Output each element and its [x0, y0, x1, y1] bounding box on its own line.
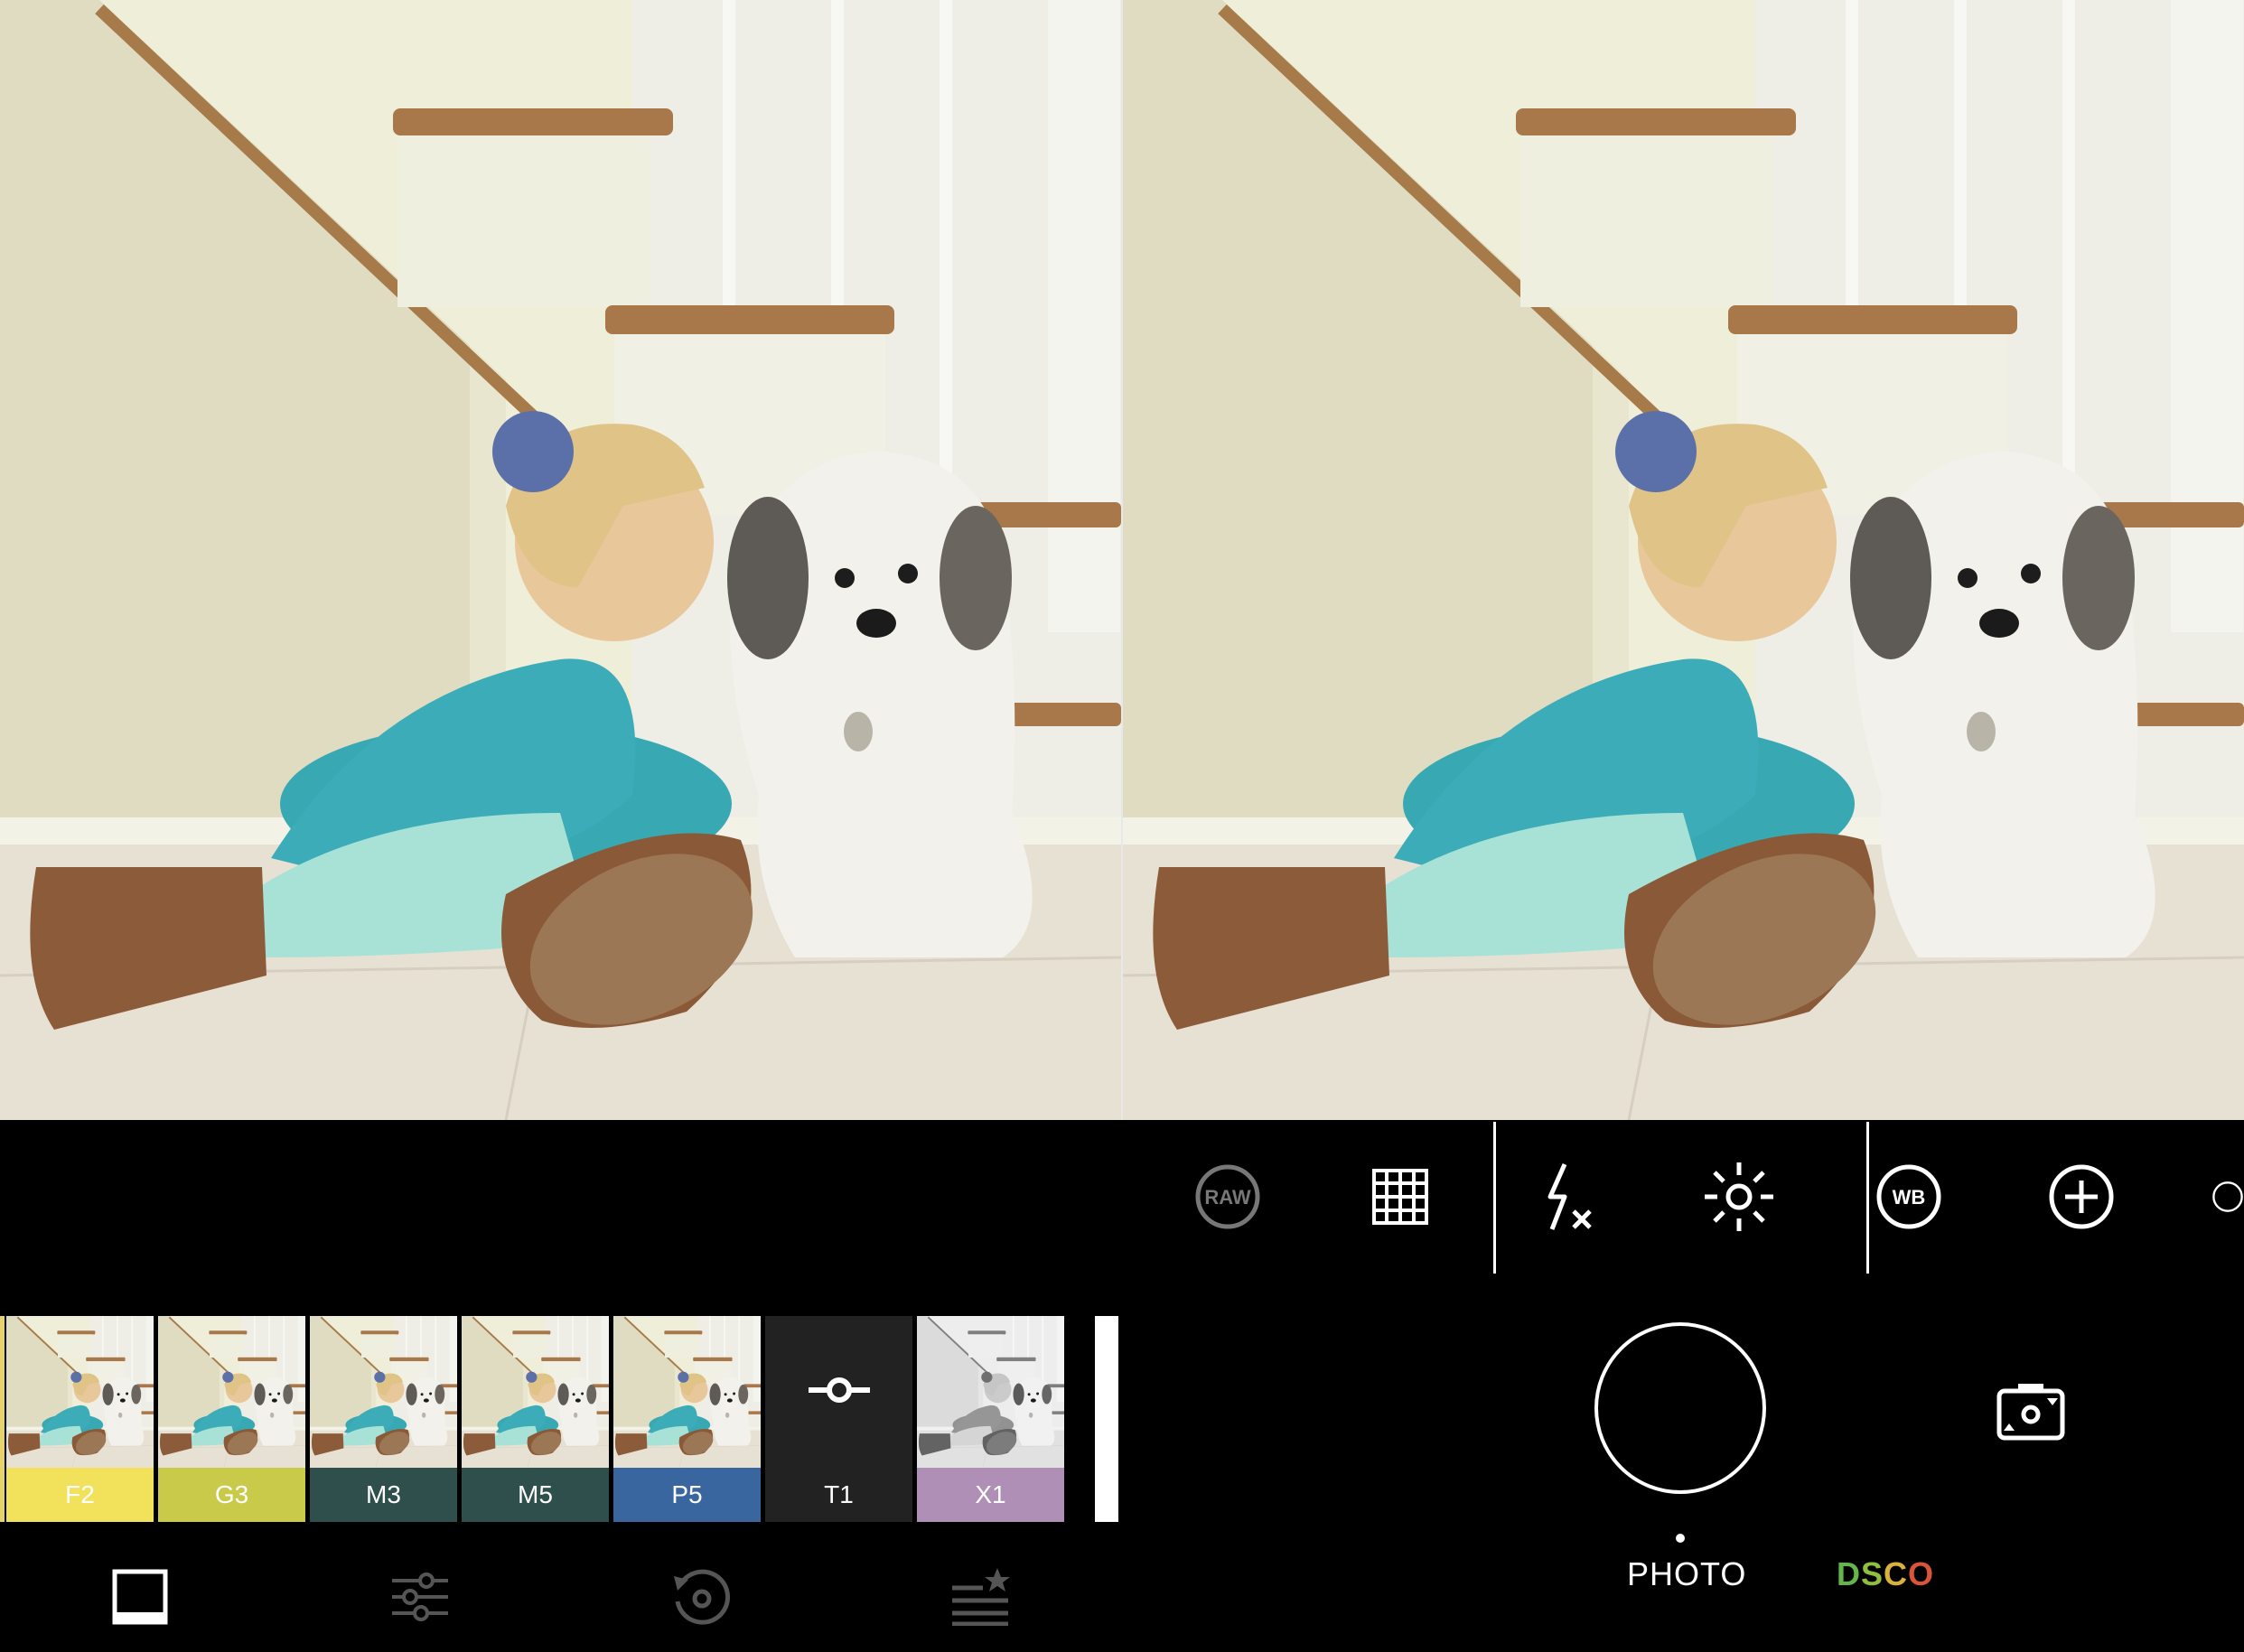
- previous-filter-edge[interactable]: [0, 1316, 5, 1522]
- history-icon: [674, 1569, 731, 1625]
- filter-label: M3: [310, 1468, 457, 1522]
- adjust-tab[interactable]: [384, 1561, 456, 1633]
- circle-icon: [2212, 1181, 2243, 1212]
- grid-toggle[interactable]: [1360, 1156, 1441, 1237]
- history-tab[interactable]: [664, 1561, 736, 1633]
- filter-thumbnail: [462, 1316, 609, 1468]
- filter-thumbnail: [158, 1316, 305, 1468]
- raw-icon: RAW: [1195, 1164, 1260, 1229]
- filter-label: M5: [462, 1468, 609, 1522]
- flash-toggle[interactable]: [1529, 1156, 1610, 1237]
- slider-tool-icon: [765, 1316, 912, 1468]
- mode-indicator-dot: [1676, 1534, 1685, 1543]
- star-list-icon: [952, 1568, 1010, 1626]
- filter-thumbnail: [613, 1316, 761, 1468]
- camera-panel: RAW WB PHOTO DSCO: [1123, 0, 2244, 1652]
- filter-label: T1: [765, 1468, 912, 1522]
- sliders-icon: [392, 1573, 448, 1621]
- filter-tile-g3[interactable]: G3: [158, 1316, 305, 1522]
- favorites-tab[interactable]: [944, 1561, 1016, 1633]
- filter-strip[interactable]: F2 G3 M3 M5 P5 T1 X1: [0, 1316, 1121, 1522]
- flip-camera-icon: [1996, 1384, 2065, 1441]
- more-controls-partial[interactable]: [2211, 1156, 2244, 1237]
- plus-circle-icon: [2049, 1164, 2114, 1229]
- filter-tile-x1[interactable]: X1: [917, 1316, 1064, 1522]
- dsco-letter: D: [1837, 1555, 1861, 1592]
- square-frame-icon: [112, 1569, 168, 1625]
- grid-icon: [1372, 1169, 1428, 1225]
- dsco-letter: C: [1884, 1555, 1909, 1592]
- sun-icon: [1705, 1162, 1773, 1231]
- filter-thumbnail: [6, 1316, 154, 1468]
- filter-thumbnail: [310, 1316, 457, 1468]
- controls-separator: [1866, 1122, 1869, 1274]
- filter-label: F2: [6, 1468, 154, 1522]
- controls-separator: [1493, 1122, 1496, 1274]
- dsco-letter: S: [1861, 1555, 1884, 1592]
- filter-tile-m5[interactable]: M5: [462, 1316, 609, 1522]
- white-balance-toggle[interactable]: WB: [1868, 1156, 1949, 1237]
- flash-off-icon: [1547, 1162, 1592, 1230]
- editor-bottom-nav: [0, 1535, 1121, 1652]
- filter-tile-m3[interactable]: M3: [310, 1316, 457, 1522]
- dsco-letter: O: [1908, 1555, 1935, 1592]
- filter-label: X1: [917, 1468, 1064, 1522]
- exposure-toggle[interactable]: [1698, 1156, 1780, 1237]
- dsco-mode-label[interactable]: DSCO: [1837, 1555, 1934, 1593]
- filter-tile-t1[interactable]: T1: [765, 1316, 912, 1522]
- photo-mode-label[interactable]: PHOTO: [1627, 1555, 1746, 1593]
- filter-label: G3: [158, 1468, 305, 1522]
- filter-tile-f2[interactable]: F2: [6, 1316, 154, 1522]
- strip-edge: [1095, 1316, 1121, 1522]
- flip-camera-button[interactable]: [1995, 1382, 2067, 1445]
- filter-tile-p5[interactable]: P5: [613, 1316, 761, 1522]
- camera-viewfinder: [1123, 0, 2244, 1120]
- edited-photo: [0, 0, 1121, 1120]
- raw-toggle[interactable]: RAW: [1187, 1156, 1268, 1237]
- exposure-comp-toggle[interactable]: [2041, 1156, 2122, 1237]
- filter-thumbnail: [917, 1316, 1064, 1468]
- svg-text:RAW: RAW: [1204, 1186, 1251, 1209]
- camera-controls: RAW WB: [1123, 1120, 2244, 1274]
- svg-text:WB: WB: [1893, 1186, 1926, 1209]
- shutter-button[interactable]: [1594, 1322, 1766, 1494]
- editor-panel: F2 G3 M3 M5 P5 T1 X1: [0, 0, 1121, 1652]
- presets-tab[interactable]: [104, 1561, 176, 1633]
- wb-icon: WB: [1876, 1164, 1941, 1229]
- filter-label: P5: [613, 1468, 761, 1522]
